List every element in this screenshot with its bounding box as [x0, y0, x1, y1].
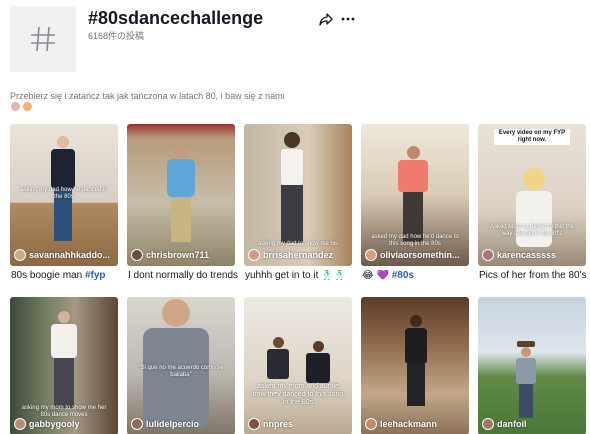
- video-thumbnail[interactable]: asking my mom to show me her 80s dance m…: [10, 297, 118, 434]
- video-overlay-text: Asked Mom to dance to this the way she d…: [489, 224, 575, 237]
- author-name[interactable]: lulidelpercio: [146, 419, 199, 429]
- video-caption[interactable]: yuhhh get in to it 🕺🕺: [245, 270, 355, 281]
- hashtag-description: Przebierz się i zatańcz tak jak tańczona…: [10, 91, 285, 101]
- avatar[interactable]: [365, 418, 377, 430]
- video-author[interactable]: lulidelpercio: [131, 418, 231, 430]
- video-thumbnail[interactable]: leehackmann: [361, 297, 469, 434]
- author-name[interactable]: brrisahernandez: [263, 250, 333, 260]
- author-name[interactable]: gabbygooly: [29, 419, 80, 429]
- video-caption[interactable]: Pics of her from the 80's: [479, 270, 589, 281]
- video-author[interactable]: nnpres: [248, 418, 348, 430]
- author-name[interactable]: nnpres: [263, 419, 293, 429]
- avatar[interactable]: [131, 418, 143, 430]
- author-name[interactable]: chrisbrown711: [146, 250, 209, 260]
- video-caption[interactable]: 80s boogie man #fyp: [11, 270, 121, 281]
- avatar[interactable]: [482, 249, 494, 261]
- page-title: #80sdancechallenge: [88, 8, 264, 28]
- avatar[interactable]: [248, 249, 260, 261]
- video-overlay-text: Every video on my FYP right now.: [494, 129, 570, 145]
- video-thumbnail[interactable]: chrisbrown711: [127, 124, 235, 266]
- video-thumbnail[interactable]: asking my dad to show me his brrisaherna…: [244, 124, 352, 266]
- hashtag-header: #80sdancechallenge 6168件の投稿: [10, 6, 580, 74]
- author-name[interactable]: danfoil: [497, 419, 527, 429]
- video-author[interactable]: danfoil: [482, 418, 582, 430]
- emoji-icon: [11, 102, 20, 111]
- avatar[interactable]: [14, 249, 26, 261]
- avatar[interactable]: [248, 418, 260, 430]
- avatar[interactable]: [131, 249, 143, 261]
- avatar[interactable]: [482, 418, 494, 430]
- caption-text[interactable]: I dont normally do trends: [128, 270, 238, 281]
- video-caption[interactable]: I dont normally do trends: [128, 270, 238, 281]
- video-thumbnail[interactable]: "Si que no me acuerdo como se bailaba" l…: [127, 297, 235, 434]
- video-overlay-text: asked my mom and auntie how they danced …: [252, 383, 344, 406]
- video-overlay-text: "Si que no me acuerdo como se bailaba": [138, 365, 224, 378]
- author-name[interactable]: oliviaorsomethin...: [380, 250, 460, 260]
- emoji-icon: [23, 102, 32, 111]
- caption-text[interactable]: Pics of her from the 80's: [479, 270, 587, 281]
- video-author[interactable]: leehackmann: [365, 418, 465, 430]
- video-thumbnail[interactable]: asked my mom and auntie how they danced …: [244, 297, 352, 434]
- video-thumbnail[interactable]: danfoil: [478, 297, 586, 434]
- avatar[interactable]: [365, 249, 377, 261]
- description-emojis: [11, 102, 32, 112]
- caption-text[interactable]: 80s boogie man: [11, 270, 85, 281]
- author-name[interactable]: karencasssss: [497, 250, 556, 260]
- caption-hashtag[interactable]: #80s: [392, 270, 414, 281]
- video-author[interactable]: savannahhkaddo...: [14, 249, 114, 261]
- video-author[interactable]: chrisbrown711: [131, 249, 231, 261]
- share-icon[interactable]: [317, 11, 335, 27]
- hashtag-icon: [10, 6, 76, 72]
- video-overlay-text: asked my dad how he'd dance to this song…: [371, 234, 459, 247]
- video-overlay-text: asking my dad to show me his: [257, 241, 339, 247]
- avatar[interactable]: [14, 418, 26, 430]
- video-thumbnail[interactable]: asked my dad how he'd dance to this song…: [361, 124, 469, 266]
- video-thumbnail[interactable]: asking my dad how he danced in the 80s s…: [10, 124, 118, 266]
- more-icon[interactable]: [340, 11, 356, 27]
- video-author[interactable]: oliviaorsomethin...: [365, 249, 465, 261]
- post-count: 6168件の投稿: [88, 31, 145, 41]
- video-overlay-text: asking my mom to show me her 80s dance m…: [21, 405, 107, 418]
- video-caption[interactable]: 😂 💜 #80s: [362, 270, 472, 281]
- caption-text[interactable]: yuhhh get in to it 🕺🕺: [245, 270, 346, 281]
- video-author[interactable]: karencasssss: [482, 249, 582, 261]
- video-author[interactable]: brrisahernandez: [248, 249, 348, 261]
- caption-hashtag[interactable]: #fyp: [85, 270, 106, 281]
- author-name[interactable]: leehackmann: [380, 419, 437, 429]
- video-thumbnail[interactable]: Every video on my FYP right now. Asked M…: [478, 124, 586, 266]
- video-author[interactable]: gabbygooly: [14, 418, 114, 430]
- caption-text[interactable]: 😂 💜: [362, 270, 392, 281]
- author-name[interactable]: savannahhkaddo...: [29, 250, 110, 260]
- video-overlay-text: asking my dad how he danced in the 80s: [20, 187, 108, 200]
